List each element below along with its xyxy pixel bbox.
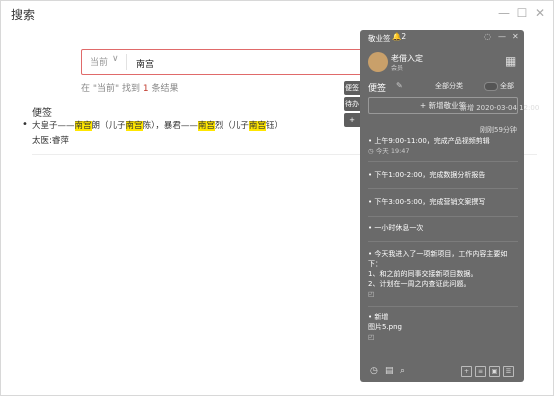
notification-badge[interactable]: 🔔2: [392, 32, 406, 41]
calendar-icon[interactable]: ▦: [505, 54, 516, 68]
tab-notes[interactable]: 便签: [368, 81, 386, 94]
divider: [126, 54, 127, 70]
window-title: 搜索: [11, 8, 36, 22]
edit-icon[interactable]: ✎: [396, 81, 403, 90]
match-highlight: 南宫: [74, 121, 92, 131]
summary-prefix: 在 "当前" 找到: [81, 84, 143, 94]
result-text: 大皇子——: [32, 121, 75, 131]
match-highlight: 南宫: [197, 121, 215, 131]
note-time: 今天 19:47: [375, 147, 410, 155]
user-level: 会员: [391, 65, 404, 72]
note-item[interactable]: • 新增 图片5.png ◰: [368, 312, 520, 342]
new-note-ago: 刚刚59分钟: [480, 126, 517, 134]
attachment-name: 图片5.png: [368, 323, 403, 331]
result-text: 钰）: [265, 121, 283, 131]
image-icon[interactable]: ▣: [489, 366, 500, 377]
calendar-icon[interactable]: ▤: [385, 366, 394, 376]
divider: [368, 241, 518, 242]
note-text: • 上午9:00-11:00，完成产品视频剪辑: [368, 137, 490, 145]
close-icon[interactable]: ✕: [512, 32, 519, 41]
notification-count: 2: [401, 32, 407, 41]
all-label: 全部: [500, 82, 514, 90]
result-text: 陈），暴君——: [142, 121, 198, 131]
note-item[interactable]: • 下午3:00-5:00，完成营销文案撰写: [368, 197, 520, 207]
image-icon: ◰: [368, 333, 375, 341]
avatar[interactable]: [368, 52, 388, 72]
section-title: 便签: [32, 108, 52, 119]
note-text: • 新增: [368, 313, 389, 321]
show-all-toggle[interactable]: [484, 82, 498, 91]
search-icon[interactable]: ⌕: [400, 366, 405, 376]
note-meta: ◷ 今天 19:47: [368, 147, 410, 155]
divider: [368, 216, 518, 217]
result-summary: 在 "当前" 找到 1 条结果: [81, 81, 178, 94]
add-icon[interactable]: +: [461, 366, 472, 377]
text-icon[interactable]: ≡: [475, 366, 486, 377]
title-bar: 搜索 — ☐ ✕: [1, 1, 553, 27]
scope-select[interactable]: 当前: [90, 55, 108, 68]
panel-header: 敬业签 🔔2 ◌ — ✕: [360, 30, 524, 44]
side-tab-todo[interactable]: 待办: [344, 97, 360, 111]
sticky-note-panel: 敬业签 🔔2 ◌ — ✕ 老借入定 会员 ▦ 便签 ✎ 全部分类 全部 + 新增…: [360, 30, 539, 382]
minimize-icon[interactable]: —: [498, 32, 506, 41]
match-highlight: 南宫: [125, 121, 143, 131]
result-item[interactable]: 大皇子——南宫朗（儿子南宫陈），暴君——南宫烈（儿子南宫钰）: [32, 119, 283, 131]
summary-suffix: 条结果: [148, 84, 179, 94]
close-icon[interactable]: ✕: [533, 6, 547, 20]
side-tab-add[interactable]: +: [344, 113, 360, 127]
minimize-icon[interactable]: —: [497, 6, 511, 20]
chevron-down-icon[interactable]: ∨: [112, 54, 119, 64]
skin-icon[interactable]: ◌: [484, 32, 491, 41]
note-item[interactable]: • 下午1:00-2:00，完成数据分析报告: [368, 170, 520, 180]
match-highlight: 南宫: [248, 121, 266, 131]
side-tab-notes[interactable]: 便签: [344, 81, 360, 95]
result-author: 太医:睿萍: [32, 136, 69, 146]
clock-icon[interactable]: ◷: [370, 366, 378, 376]
panel-title: 敬业签: [368, 34, 391, 43]
new-note-time: 新增 2020-03-04 12:00: [460, 104, 540, 112]
note-item[interactable]: • 一小时休息一次: [368, 223, 520, 233]
divider: [368, 188, 518, 189]
note-text: 1、和之前的同事交接新项目数据。: [368, 270, 478, 278]
category-select[interactable]: 全部分类: [435, 81, 463, 91]
note-item[interactable]: • 上午9:00-11:00，完成产品视频剪辑 ◷ 今天 19:47: [368, 136, 520, 156]
result-text: 烈（儿子: [214, 121, 249, 131]
maximize-icon[interactable]: ☐: [515, 6, 529, 20]
note-text: 2、计划在一周之内查证此问题。: [368, 280, 471, 288]
search-input[interactable]: [134, 50, 338, 76]
bullet: •: [22, 119, 28, 130]
note-item[interactable]: • 今天我进入了一项新项目，工作内容主要如下： 1、和之前的同事交接新项目数据。…: [368, 249, 520, 299]
image-icon: ◰: [368, 290, 375, 298]
divider: [368, 306, 518, 307]
note-text: • 今天我进入了一项新项目，工作内容主要如下：: [368, 250, 508, 268]
divider: [368, 161, 518, 162]
result-text: 朗（儿子: [91, 121, 126, 131]
list-icon[interactable]: ☰: [503, 366, 514, 377]
